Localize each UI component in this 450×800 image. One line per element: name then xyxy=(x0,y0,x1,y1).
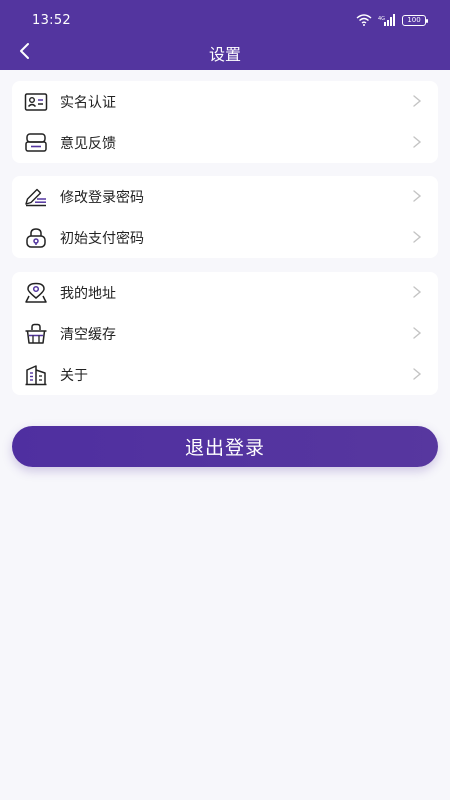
lock-icon xyxy=(24,226,48,250)
row-label: 清空缓存 xyxy=(60,326,116,343)
row-label: 修改登录密码 xyxy=(60,189,144,206)
row-label: 实名认证 xyxy=(60,94,116,111)
row-label: 初始支付密码 xyxy=(60,230,144,247)
row-initial-pay-password[interactable]: 初始支付密码 xyxy=(12,217,438,258)
nav-bar: 设置 xyxy=(0,34,450,70)
row-feedback[interactable]: 意见反馈 xyxy=(12,122,438,163)
building-icon xyxy=(24,363,48,387)
chevron-right-icon xyxy=(413,136,422,148)
settings-group-misc: 我的地址 清空缓存 关于 xyxy=(12,272,438,395)
row-label: 意见反馈 xyxy=(60,135,116,152)
chevron-right-icon xyxy=(413,95,422,107)
svg-text:4G: 4G xyxy=(378,16,385,22)
settings-group-password: 修改登录密码 初始支付密码 xyxy=(12,176,438,258)
battery-icon: 100 xyxy=(402,14,428,26)
edit-pen-icon xyxy=(24,185,48,209)
id-card-icon xyxy=(24,90,48,114)
chevron-right-icon xyxy=(413,286,422,298)
logout-button[interactable]: 退出登录 xyxy=(12,426,438,467)
chevron-right-icon xyxy=(413,368,422,380)
header: 13:52 4G 100 设置 xyxy=(0,0,450,70)
row-label: 关于 xyxy=(60,367,88,384)
row-label: 我的地址 xyxy=(60,285,116,302)
basket-icon xyxy=(24,322,48,346)
row-my-address[interactable]: 我的地址 xyxy=(12,272,438,313)
chevron-right-icon xyxy=(413,231,422,243)
status-icons: 4G 100 xyxy=(356,11,428,30)
signal-icon: 4G xyxy=(378,11,396,30)
page-title: 设置 xyxy=(208,45,241,64)
settings-group-account: 实名认证 意见反馈 xyxy=(12,81,438,163)
row-real-name-auth[interactable]: 实名认证 xyxy=(12,81,438,122)
wifi-icon xyxy=(356,11,372,30)
row-about[interactable]: 关于 xyxy=(12,354,438,395)
row-clear-cache[interactable]: 清空缓存 xyxy=(12,313,438,354)
status-time: 13:52 xyxy=(32,13,71,28)
chevron-right-icon xyxy=(413,190,422,202)
feedback-box-icon xyxy=(24,131,48,155)
row-change-login-password[interactable]: 修改登录密码 xyxy=(12,176,438,217)
location-icon xyxy=(24,281,48,305)
chevron-right-icon xyxy=(413,327,422,339)
